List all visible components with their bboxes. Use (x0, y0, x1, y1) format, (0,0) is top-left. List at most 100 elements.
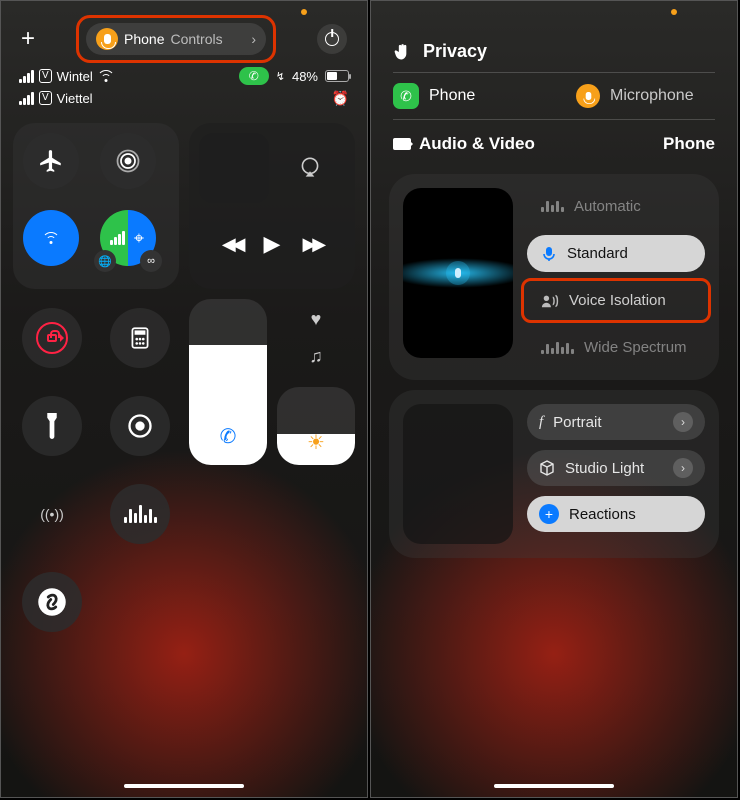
audio-video-header: Audio & Video Phone (371, 120, 737, 168)
audio-video-app-name: Phone (663, 134, 715, 154)
mic-icon (541, 246, 557, 262)
waveform-icon (541, 201, 564, 212)
portrait-icon: f (539, 414, 543, 431)
cellular-icon (110, 231, 125, 245)
phone-controls-label-phone: Phone (124, 31, 164, 47)
mic-mode-label: Automatic (574, 198, 641, 215)
side-icons-col: ♥ ♫ (277, 299, 355, 377)
top-row: + Phone Controls › (1, 1, 367, 61)
side-icons-col-2: ((•)) (13, 475, 91, 553)
phone-icon: ✆ (220, 424, 237, 449)
media-prev-button[interactable]: ◀◀ (222, 234, 242, 255)
video-effect-preview (403, 404, 513, 544)
phone-app-icon: ✆ (393, 83, 419, 109)
alarm-icon: ⏰ (332, 90, 349, 107)
sun-icon: ☀ (307, 430, 325, 455)
effect-portrait[interactable]: f Portrait › (527, 404, 705, 440)
video-icon (393, 138, 411, 150)
rotation-lock-icon (36, 322, 68, 354)
add-control-button[interactable]: + (21, 25, 35, 53)
brightness-slider[interactable]: ☀ (277, 387, 355, 465)
battery-charging-icon: ↯ (276, 70, 285, 83)
audio-video-settings-pane: Privacy ✆ Phone Microphone Audio & Video… (370, 0, 738, 798)
airplay-button[interactable] (275, 133, 345, 203)
power-button[interactable] (317, 24, 347, 54)
mic-in-use-indicator (671, 9, 677, 15)
airdrop-icon (114, 147, 142, 175)
mic-mode-voice-isolation[interactable]: Voice Isolation (527, 282, 705, 319)
mic-mode-wide-spectrum[interactable]: Wide Spectrum (527, 329, 705, 366)
calculator-icon (127, 325, 153, 351)
privacy-microphone-row[interactable]: Microphone (554, 73, 737, 119)
airplane-mode-toggle[interactable] (23, 133, 79, 189)
privacy-microphone-label: Microphone (610, 87, 694, 105)
rotation-lock-toggle[interactable] (22, 308, 82, 368)
effect-label: Studio Light (565, 460, 644, 477)
volume-slider[interactable]: ✆ (189, 299, 267, 465)
active-call-pill[interactable]: ✆ (239, 67, 269, 85)
mic-mode-preview (403, 188, 513, 358)
audio-video-title: Audio & Video (419, 134, 535, 154)
mic-mode-label: Wide Spectrum (584, 339, 687, 356)
personal-hotspot-icon: ∞ (140, 250, 162, 272)
broadcast-icon[interactable]: ((•)) (40, 506, 64, 522)
media-controls: ◀◀ ▶ ▶▶ (199, 209, 345, 279)
effect-label: Portrait (553, 414, 601, 431)
cellular-bluetooth-toggle[interactable]: ⌖ ∞ 🌐 (100, 210, 156, 266)
bluetooth-icon: ⌖ (134, 228, 144, 249)
now-playing-artwork[interactable] (199, 133, 269, 203)
connectivity-tile[interactable]: ⌖ ∞ 🌐 (13, 123, 179, 289)
voice-isolation-icon (541, 293, 559, 309)
screen-record-button[interactable] (110, 396, 170, 456)
wifi-toggle[interactable] (23, 210, 79, 266)
mic-icon (576, 84, 600, 108)
phone-controls-label-controls: Controls (170, 31, 222, 47)
effect-studio-light[interactable]: Studio Light › (527, 450, 705, 486)
mic-in-use-indicator (301, 9, 307, 15)
mic-icon (96, 28, 118, 50)
media-tile[interactable]: ◀◀ ▶ ▶▶ (189, 123, 355, 289)
waveform-icon (541, 342, 574, 354)
status-row-2: V Viettel ⏰ (19, 87, 349, 109)
mic-mode-label: Standard (567, 245, 628, 262)
airdrop-toggle[interactable] (100, 133, 156, 189)
flashlight-toggle[interactable] (22, 396, 82, 456)
battery-percent: 48% (292, 69, 318, 84)
home-indicator[interactable] (124, 784, 244, 788)
phone-controls-pill[interactable]: Phone Controls › (86, 23, 266, 55)
flashlight-icon (41, 413, 63, 439)
carrier-2: Viettel (57, 91, 93, 106)
effect-reactions[interactable]: + Reactions (527, 496, 705, 532)
status-area: V Wintel ✆ ↯ 48% V Viettel ⏰ (1, 61, 367, 109)
airplay-icon (297, 155, 323, 181)
mic-mode-card: Automatic Standard Voice Isolation (389, 174, 719, 380)
favorite-icon[interactable]: ♥ (311, 309, 322, 330)
sim-slot-indicator: V (39, 69, 52, 83)
waveform-icon (124, 505, 157, 523)
cube-icon (539, 460, 555, 476)
privacy-phone-label: Phone (429, 87, 475, 105)
shazam-icon (37, 587, 67, 617)
shazam-button[interactable] (22, 572, 82, 632)
vpn-icon: 🌐 (94, 250, 116, 272)
music-icon[interactable]: ♫ (309, 346, 323, 367)
sound-recognition-button[interactable] (110, 484, 170, 544)
home-indicator[interactable] (494, 784, 614, 788)
privacy-header: Privacy (371, 1, 737, 72)
sim-slot-indicator: V (39, 91, 52, 105)
media-next-button[interactable]: ▶▶ (302, 234, 322, 255)
mic-mode-automatic[interactable]: Automatic (527, 188, 705, 225)
privacy-phone-row[interactable]: ✆ Phone (371, 73, 554, 119)
chevron-right-icon: › (251, 31, 256, 47)
calculator-button[interactable] (110, 308, 170, 368)
status-row-1: V Wintel ✆ ↯ 48% (19, 65, 349, 87)
media-play-button[interactable]: ▶ (264, 231, 281, 257)
mic-mode-standard[interactable]: Standard (527, 235, 705, 272)
hand-icon (393, 42, 413, 62)
signal-icon (19, 70, 34, 83)
effect-label: Reactions (569, 506, 636, 523)
plus-icon: + (539, 504, 559, 524)
mic-icon (446, 261, 470, 285)
airplane-icon (38, 148, 64, 174)
privacy-title: Privacy (423, 41, 487, 62)
